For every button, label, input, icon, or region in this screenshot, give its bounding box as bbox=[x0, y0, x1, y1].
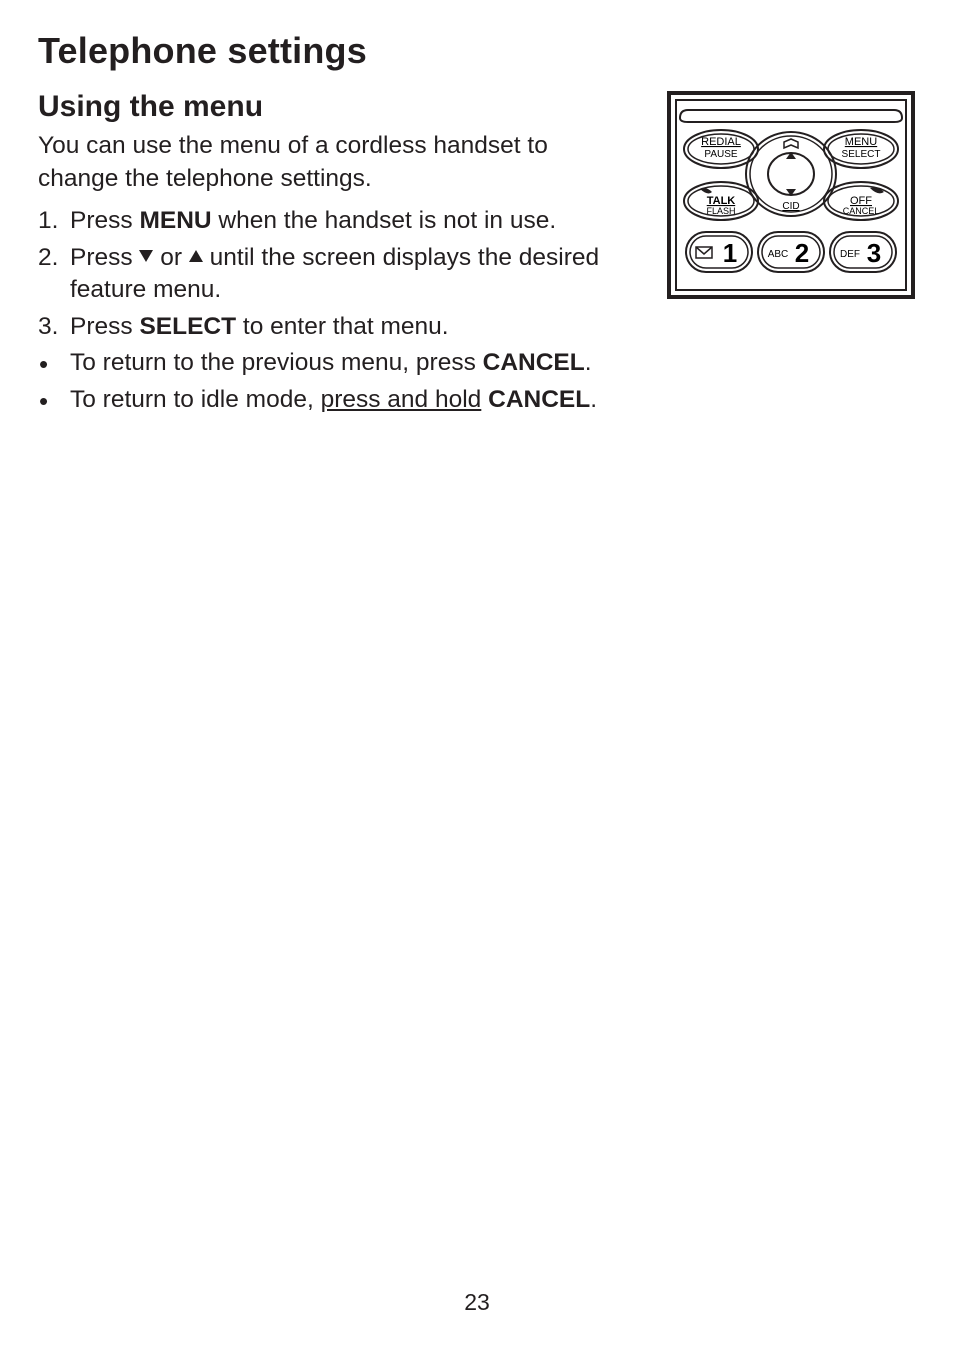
key-1: 1 bbox=[686, 232, 752, 272]
svg-text:MENU: MENU bbox=[845, 136, 877, 148]
svg-text:2: 2 bbox=[795, 238, 809, 268]
ordered-steps: 1. Press MENU when the handset is not in… bbox=[38, 205, 608, 343]
talk-flash-button: TALK FLASH bbox=[684, 182, 758, 220]
nav-pad: CID bbox=[746, 132, 836, 216]
bullet-idle-mode: To return to idle mode, press and hold C… bbox=[38, 384, 608, 417]
step-text: to enter that menu. bbox=[236, 313, 448, 340]
step-text: when the handset is not in use. bbox=[212, 207, 557, 234]
off-cancel-button: OFF CANCEL bbox=[824, 182, 898, 220]
step-text: Press bbox=[70, 207, 139, 234]
handset-illustration: REDIAL PAUSE MENU SELECT bbox=[666, 90, 916, 300]
bullet-previous-menu: To return to the previous menu, press CA… bbox=[38, 347, 608, 380]
phonebook-icon bbox=[784, 139, 798, 148]
step-3: 3. Press SELECT to enter that menu. bbox=[38, 311, 608, 344]
svg-text:CID: CID bbox=[782, 201, 799, 212]
intro-text: You can use the menu of a cordless hands… bbox=[38, 130, 608, 195]
select-key-label: SELECT bbox=[139, 313, 236, 340]
step-number: 1. bbox=[38, 205, 58, 238]
step-text: Press bbox=[70, 244, 139, 271]
bullet-list: To return to the previous menu, press CA… bbox=[38, 347, 608, 416]
svg-text:REDIAL: REDIAL bbox=[701, 136, 741, 148]
page-number: 23 bbox=[0, 1289, 954, 1316]
section-heading: Using the menu bbox=[38, 90, 608, 124]
svg-text:3: 3 bbox=[867, 238, 881, 268]
step-number: 3. bbox=[38, 311, 58, 344]
bullet-text: To return to the previous menu, press bbox=[70, 349, 483, 376]
key-2: ABC 2 bbox=[758, 232, 824, 272]
svg-text:CANCEL: CANCEL bbox=[843, 206, 880, 216]
arrow-up-icon bbox=[189, 250, 203, 262]
svg-text:DEF: DEF bbox=[840, 249, 860, 260]
step-1: 1. Press MENU when the handset is not in… bbox=[38, 205, 608, 238]
svg-text:1: 1 bbox=[723, 238, 737, 268]
step-2: 2. Press or until the screen displays th… bbox=[38, 242, 608, 307]
cancel-key-label: CANCEL bbox=[488, 386, 590, 413]
svg-text:ABC: ABC bbox=[768, 249, 789, 260]
phone-icon bbox=[700, 188, 712, 193]
key-3: DEF 3 bbox=[830, 232, 896, 272]
page-title: Telephone settings bbox=[38, 30, 916, 72]
cancel-key-label: CANCEL bbox=[483, 349, 585, 376]
arrow-down-icon bbox=[139, 250, 153, 262]
bullet-text: . bbox=[585, 349, 592, 376]
bullet-text: . bbox=[590, 386, 597, 413]
bullet-text: To return to idle mode, bbox=[70, 386, 321, 413]
svg-text:PAUSE: PAUSE bbox=[704, 149, 737, 160]
menu-key-label: MENU bbox=[139, 207, 211, 234]
svg-text:SELECT: SELECT bbox=[842, 149, 881, 160]
step-number: 2. bbox=[38, 242, 58, 275]
step-text: or bbox=[153, 244, 188, 271]
phone-down-icon bbox=[870, 188, 884, 194]
svg-text:FLASH: FLASH bbox=[706, 206, 735, 216]
press-and-hold-text: press and hold bbox=[321, 386, 482, 413]
step-text: Press bbox=[70, 313, 139, 340]
